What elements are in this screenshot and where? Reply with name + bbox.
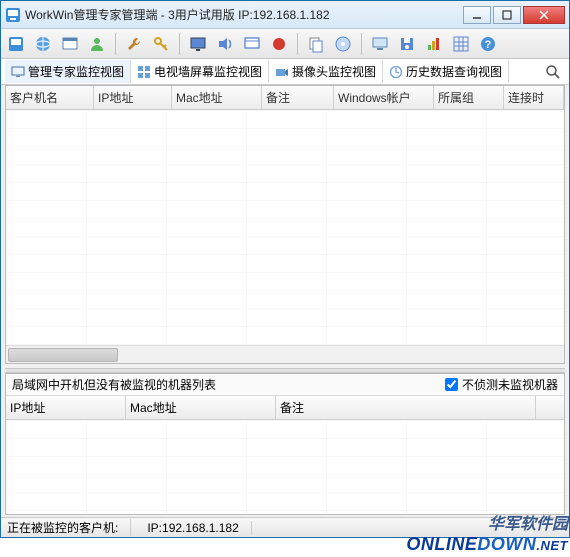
column-header[interactable]: 客户机名 [6, 86, 94, 109]
key-icon [152, 35, 170, 53]
column-header[interactable]: 备注 [262, 86, 334, 109]
screen-icon [243, 35, 261, 53]
view-tab-label: 历史数据查询视图 [406, 63, 502, 80]
computer-icon[interactable] [369, 33, 391, 55]
scrollbar-thumb[interactable] [8, 348, 118, 362]
speaker-icon [216, 35, 234, 53]
view-tab-camera[interactable]: 摄像头监控视图 [269, 60, 383, 83]
disk-icon[interactable] [396, 33, 418, 55]
copy-icon[interactable] [305, 33, 327, 55]
view-tab-label: 电视墙屏幕监控视图 [154, 63, 262, 80]
wrench-icon[interactable] [123, 33, 145, 55]
lower-panel: 局域网中开机但没有被监视的机器列表 不侦测未监视机器 IP地址Mac地址备注 [5, 373, 565, 515]
status-bar: 正在被监控的客户机: IP:192.168.1.182 [1, 517, 569, 537]
monitor-icon[interactable] [187, 33, 209, 55]
view-tab-label: 管理专家监控视图 [28, 63, 124, 80]
column-header[interactable]: Mac地址 [172, 86, 262, 109]
column-header[interactable]: Mac地址 [126, 396, 276, 419]
app-icon [5, 7, 21, 23]
record-icon [270, 35, 288, 53]
titlebar[interactable]: WorkWin管理专家管理端 - 3用户试用版 IP:192.168.1.182 [1, 1, 569, 29]
toolbar-separator [297, 33, 298, 55]
wrench-icon [125, 35, 143, 53]
column-header[interactable]: 备注 [276, 396, 536, 419]
view-tab-tvwall[interactable]: 电视墙屏幕监控视图 [131, 60, 269, 83]
svg-text:?: ? [485, 39, 492, 51]
close-button[interactable] [523, 6, 565, 24]
view-tab-expert[interactable]: 管理专家监控视图 [5, 60, 131, 83]
no-detect-checkbox-label: 不侦测未监视机器 [462, 376, 558, 393]
view-tab-bar: 管理专家监控视图 电视墙屏幕监控视图 摄像头监控视图 历史数据查询视图 [1, 59, 569, 85]
horizontal-scrollbar[interactable] [6, 345, 564, 363]
app-window: WorkWin管理专家管理端 - 3用户试用版 IP:192.168.1.182… [0, 0, 570, 538]
column-header[interactable]: Windows帐户 [334, 86, 434, 109]
disk-icon [398, 35, 416, 53]
maximize-button[interactable] [493, 6, 521, 24]
copy-icon [307, 35, 325, 53]
computer-icon [371, 35, 389, 53]
toolbar-separator [179, 33, 180, 55]
help-icon: ? [479, 35, 497, 53]
window-controls [463, 6, 565, 24]
lower-grid-body[interactable] [6, 420, 564, 514]
status-ip: IP:192.168.1.182 [147, 521, 251, 535]
lower-panel-header: 局域网中开机但没有被监视的机器列表 不侦测未监视机器 [6, 374, 564, 396]
grid-lines [6, 420, 564, 514]
disc-icon[interactable] [332, 33, 354, 55]
window-title: WorkWin管理专家管理端 - 3用户试用版 IP:192.168.1.182 [25, 6, 463, 23]
monitor-icon [11, 65, 25, 79]
column-header[interactable]: IP地址 [94, 86, 172, 109]
chart-icon[interactable] [423, 33, 445, 55]
column-header[interactable]: IP地址 [6, 396, 126, 419]
globe-icon [34, 35, 52, 53]
window-icon[interactable] [59, 33, 81, 55]
user-icon [88, 35, 106, 53]
status-monitored: 正在被监控的客户机: [7, 519, 131, 536]
globe-icon[interactable] [32, 33, 54, 55]
column-header[interactable]: 连接时 [504, 86, 564, 109]
tvwall-icon [137, 65, 151, 79]
chart-icon [425, 35, 443, 53]
no-detect-checkbox[interactable]: 不侦测未监视机器 [445, 376, 558, 393]
camera-icon [275, 65, 289, 79]
record-icon[interactable] [268, 33, 290, 55]
main-grid-header: 客户机名IP地址Mac地址备注Windows帐户所属组连接时 [6, 86, 564, 110]
search-icon[interactable] [545, 64, 561, 80]
lower-heading: 局域网中开机但没有被监视的机器列表 [12, 376, 445, 393]
window-icon [61, 35, 79, 53]
view-tab-label: 摄像头监控视图 [292, 63, 376, 80]
disc-icon [334, 35, 352, 53]
view-tab-history[interactable]: 历史数据查询视图 [383, 60, 509, 83]
lower-grid-header: IP地址Mac地址备注 [6, 396, 564, 420]
main-toolbar: ? [1, 29, 569, 59]
key-icon[interactable] [150, 33, 172, 55]
speaker-icon[interactable] [214, 33, 236, 55]
grid-lines [6, 110, 564, 345]
toolbar-separator [361, 33, 362, 55]
no-detect-checkbox-input[interactable] [445, 378, 458, 391]
grid-icon [452, 35, 470, 53]
grid-icon[interactable] [450, 33, 472, 55]
monitor-icon [189, 35, 207, 53]
main-grid: 客户机名IP地址Mac地址备注Windows帐户所属组连接时 [5, 85, 565, 364]
app-icon [7, 35, 25, 53]
history-icon [389, 65, 403, 79]
column-header[interactable]: 所属组 [434, 86, 504, 109]
minimize-button[interactable] [463, 6, 491, 24]
main-grid-body[interactable] [6, 110, 564, 345]
user-icon[interactable] [86, 33, 108, 55]
app-icon[interactable] [5, 33, 27, 55]
help-icon[interactable]: ? [477, 33, 499, 55]
toolbar-separator [115, 33, 116, 55]
screen-icon[interactable] [241, 33, 263, 55]
